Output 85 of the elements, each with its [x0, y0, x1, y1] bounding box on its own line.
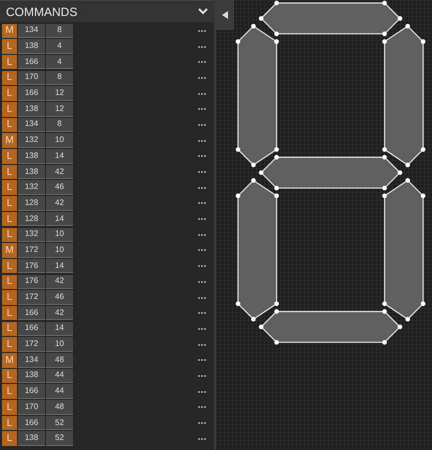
y-value-field[interactable]: 42: [46, 306, 73, 320]
collapse-panel-button[interactable]: [216, 0, 234, 30]
more-icon[interactable]: [198, 296, 206, 299]
x-value-field[interactable]: 134: [18, 118, 45, 132]
more-icon[interactable]: [198, 359, 206, 362]
chevron-down-icon[interactable]: [198, 8, 208, 15]
x-value-field[interactable]: 166: [18, 86, 45, 101]
x-value-field[interactable]: 166: [18, 384, 45, 399]
x-value-field[interactable]: 132: [18, 133, 45, 148]
more-icon[interactable]: [198, 249, 206, 252]
y-value-field[interactable]: 4: [46, 54, 73, 70]
y-value-field[interactable]: 44: [46, 384, 73, 399]
y-value-field[interactable]: 10: [46, 228, 73, 242]
more-icon[interactable]: [198, 328, 206, 330]
y-value-field[interactable]: 42: [46, 196, 73, 211]
triangle-left-icon: [222, 11, 228, 19]
y-value-field[interactable]: 46: [46, 290, 73, 305]
x-value-field[interactable]: 166: [18, 322, 45, 336]
y-value-field[interactable]: 48: [46, 400, 73, 415]
more-icon[interactable]: [198, 108, 206, 110]
more-icon[interactable]: [198, 265, 206, 268]
more-icon[interactable]: [198, 374, 206, 377]
x-value-field[interactable]: 128: [18, 196, 45, 211]
more-icon[interactable]: [198, 140, 206, 142]
y-value-field[interactable]: 10: [46, 337, 73, 352]
x-value-field[interactable]: 176: [18, 274, 45, 290]
x-value-field[interactable]: 172: [18, 337, 45, 352]
y-value-field[interactable]: 14: [46, 258, 73, 274]
more-icon[interactable]: [198, 438, 206, 440]
y-value-field[interactable]: 14: [46, 149, 73, 164]
more-icon[interactable]: [198, 406, 206, 408]
more-icon[interactable]: [198, 234, 206, 236]
x-value-field[interactable]: 138: [18, 39, 45, 54]
more-icon[interactable]: [198, 218, 206, 220]
more-icon[interactable]: [198, 171, 206, 174]
x-value-field[interactable]: 134: [18, 353, 45, 368]
more-icon[interactable]: [198, 30, 206, 32]
y-value-field[interactable]: 52: [46, 431, 73, 446]
y-value-field[interactable]: 46: [46, 180, 73, 195]
more-icon[interactable]: [198, 202, 206, 204]
x-value-field[interactable]: 132: [18, 228, 45, 242]
more-icon[interactable]: [198, 92, 206, 95]
y-value-field[interactable]: 10: [46, 243, 73, 258]
x-value-field[interactable]: 128: [18, 212, 45, 226]
y-value-field[interactable]: 8: [46, 24, 73, 38]
x-value-field[interactable]: 166: [18, 54, 45, 70]
y-value-field[interactable]: 10: [46, 133, 73, 148]
y-value-field[interactable]: 42: [46, 274, 73, 290]
more-icon[interactable]: [198, 390, 206, 393]
x-value-field[interactable]: 138: [18, 431, 45, 446]
y-value-field[interactable]: 8: [46, 118, 73, 132]
y-value-field[interactable]: 44: [46, 368, 73, 384]
y-value-field[interactable]: 42: [46, 164, 73, 180]
x-value-field[interactable]: 138: [18, 368, 45, 384]
y-value-field[interactable]: 4: [46, 39, 73, 54]
x-value-field[interactable]: 176: [18, 258, 45, 274]
more-icon[interactable]: [198, 312, 206, 314]
more-icon[interactable]: [198, 422, 206, 424]
y-value-field[interactable]: 48: [46, 353, 73, 368]
x-value-field[interactable]: 138: [18, 149, 45, 164]
x-value-field[interactable]: 134: [18, 24, 45, 38]
y-value-field[interactable]: 14: [46, 212, 73, 226]
panel-title: COMMANDS: [6, 4, 78, 20]
more-icon[interactable]: [198, 155, 206, 158]
more-icon[interactable]: [198, 186, 206, 189]
x-value-field[interactable]: 138: [18, 164, 45, 180]
x-value-field[interactable]: 172: [18, 243, 45, 258]
y-value-field[interactable]: 12: [46, 102, 73, 117]
more-icon[interactable]: [198, 46, 206, 48]
y-value-field[interactable]: 8: [46, 70, 73, 86]
y-value-field[interactable]: 12: [46, 86, 73, 101]
more-icon[interactable]: [198, 280, 206, 283]
x-value-field[interactable]: 166: [18, 416, 45, 430]
more-icon[interactable]: [198, 76, 206, 79]
x-value-field[interactable]: 170: [18, 400, 45, 415]
more-icon[interactable]: [198, 344, 206, 346]
x-value-field[interactable]: 170: [18, 70, 45, 86]
x-value-field[interactable]: 132: [18, 180, 45, 195]
x-value-field[interactable]: 172: [18, 290, 45, 305]
y-value-field[interactable]: 52: [46, 416, 73, 430]
more-icon[interactable]: [198, 61, 206, 64]
x-value-field[interactable]: 166: [18, 306, 45, 320]
y-value-field[interactable]: 14: [46, 322, 73, 336]
x-value-field[interactable]: 138: [18, 102, 45, 117]
more-icon[interactable]: [198, 124, 206, 126]
